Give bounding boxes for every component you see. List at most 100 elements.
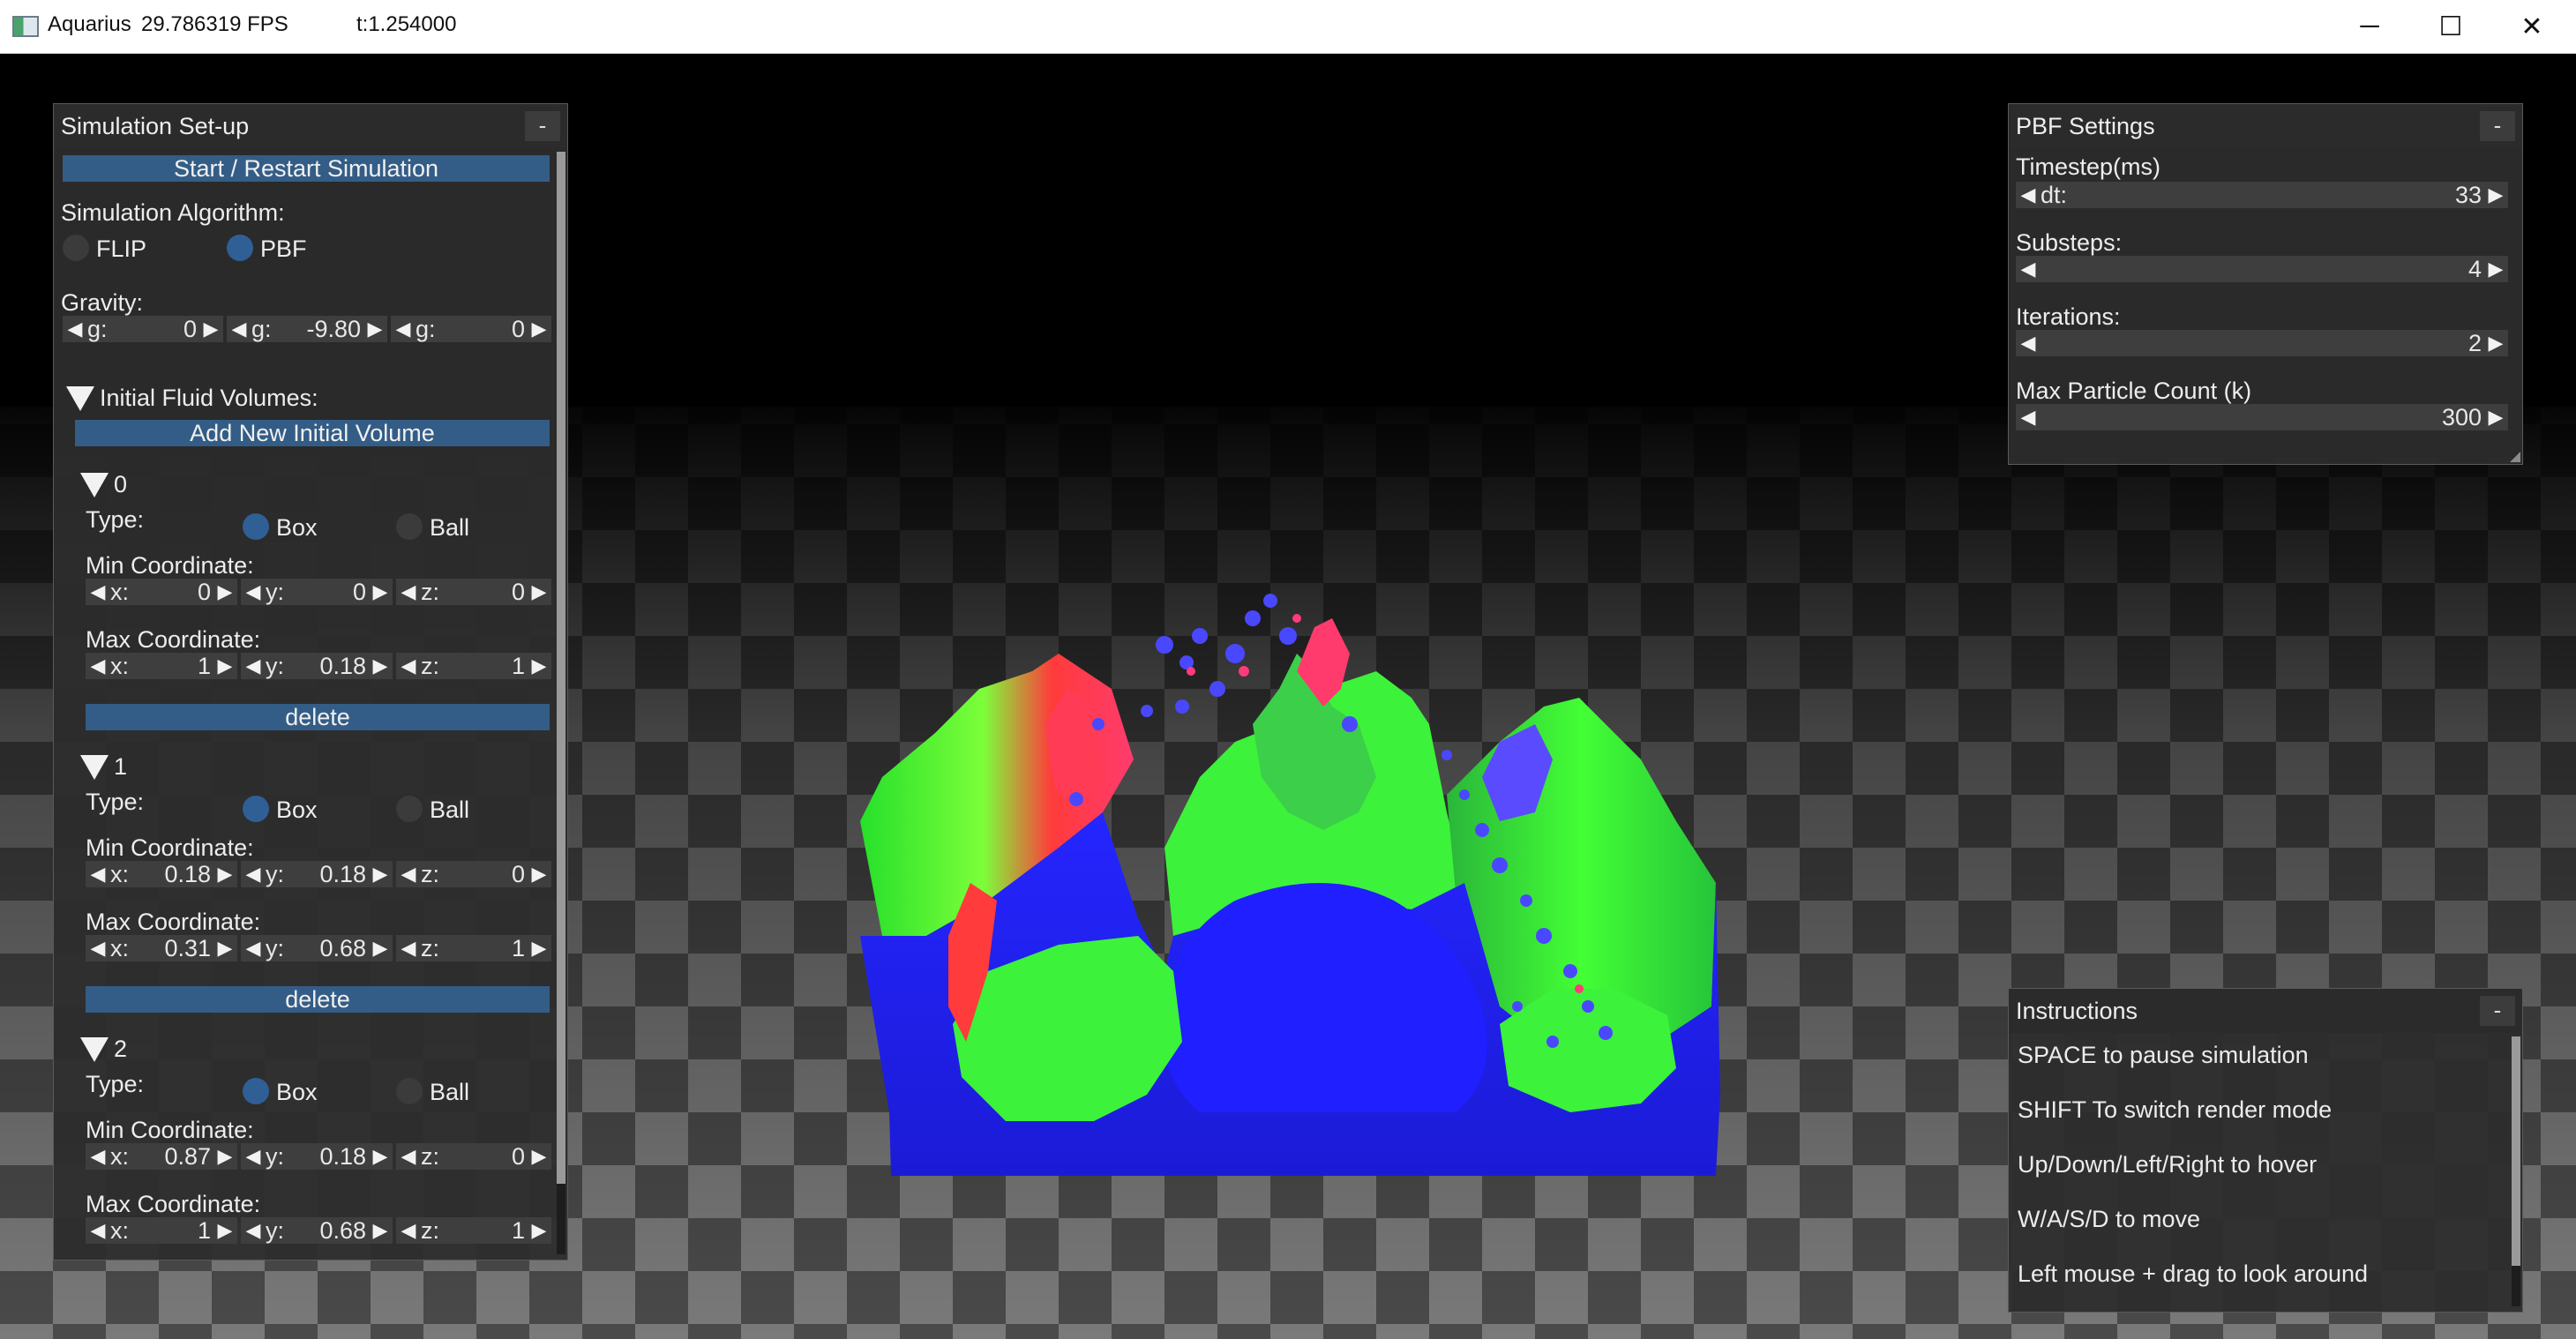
volume-2-radio-box[interactable] — [243, 1078, 269, 1104]
volume-1-max-x[interactable]: ◀ x: 0.31 ▶ — [86, 935, 237, 961]
volume-1-expand-icon[interactable] — [80, 755, 109, 780]
substeps-drag[interactable]: ◀ 4 ▶ — [2016, 256, 2508, 282]
volume-1-radio-box[interactable] — [243, 796, 269, 822]
max-particles-drag[interactable]: ◀ 300 ▶ — [2016, 404, 2508, 430]
volume-0-radio-ball[interactable] — [396, 513, 423, 540]
decrement-arrow-icon[interactable]: ◀ — [86, 579, 110, 605]
increment-arrow-icon[interactable]: ▶ — [368, 935, 393, 961]
iterations-drag[interactable]: ◀ 2 ▶ — [2016, 330, 2508, 356]
decrement-arrow-icon[interactable]: ◀ — [86, 935, 110, 961]
increment-arrow-icon[interactable]: ▶ — [527, 579, 551, 605]
decrement-arrow-icon[interactable]: ◀ — [2016, 404, 2041, 430]
volume-1-radio-ball[interactable] — [396, 796, 423, 822]
increment-arrow-icon[interactable]: ▶ — [527, 653, 551, 679]
increment-arrow-icon[interactable]: ▶ — [213, 861, 237, 887]
dt-drag[interactable]: ◀ dt: 33 ▶ — [2016, 182, 2508, 208]
increment-arrow-icon[interactable]: ▶ — [2483, 256, 2508, 282]
decrement-arrow-icon[interactable]: ◀ — [241, 1217, 266, 1244]
increment-arrow-icon[interactable]: ▶ — [213, 935, 237, 961]
decrement-arrow-icon[interactable]: ◀ — [86, 1143, 110, 1170]
decrement-arrow-icon[interactable]: ◀ — [63, 316, 87, 342]
volume-2-min-y[interactable]: ◀ y: 0.18 ▶ — [241, 1143, 393, 1170]
decrement-arrow-icon[interactable]: ◀ — [2016, 182, 2041, 208]
volumes-expand-icon[interactable] — [66, 386, 94, 411]
volume-2-min-z[interactable]: ◀ z: 0 ▶ — [396, 1143, 551, 1170]
decrement-arrow-icon[interactable]: ◀ — [396, 1217, 421, 1244]
decrement-arrow-icon[interactable]: ◀ — [396, 861, 421, 887]
decrement-arrow-icon[interactable]: ◀ — [396, 579, 421, 605]
instructions-scrollbar[interactable] — [2512, 1036, 2520, 1306]
decrement-arrow-icon[interactable]: ◀ — [227, 316, 251, 342]
volume-2-max-x[interactable]: ◀ x: 1 ▶ — [86, 1217, 237, 1244]
instructions-collapse-button[interactable]: - — [2480, 996, 2515, 1026]
increment-arrow-icon[interactable]: ▶ — [527, 935, 551, 961]
increment-arrow-icon[interactable]: ▶ — [368, 653, 393, 679]
decrement-arrow-icon[interactable]: ◀ — [241, 1143, 266, 1170]
volume-2-expand-icon[interactable] — [80, 1037, 109, 1062]
decrement-arrow-icon[interactable]: ◀ — [86, 861, 110, 887]
volume-1-min-z[interactable]: ◀ z: 0 ▶ — [396, 861, 551, 887]
increment-arrow-icon[interactable]: ▶ — [2483, 182, 2508, 208]
increment-arrow-icon[interactable]: ▶ — [368, 579, 393, 605]
increment-arrow-icon[interactable]: ▶ — [2483, 330, 2508, 356]
increment-arrow-icon[interactable]: ▶ — [368, 1217, 393, 1244]
volume-0-max-x[interactable]: ◀ x: 1 ▶ — [86, 653, 237, 679]
volume-0-max-y[interactable]: ◀ y: 0.18 ▶ — [241, 653, 393, 679]
increment-arrow-icon[interactable]: ▶ — [368, 1143, 393, 1170]
maximize-button[interactable]: ☐ — [2410, 0, 2491, 53]
volume-0-min-y[interactable]: ◀ y: 0 ▶ — [241, 579, 393, 605]
volume-0-min-x[interactable]: ◀ x: 0 ▶ — [86, 579, 237, 605]
volume-1-max-z[interactable]: ◀ z: 1 ▶ — [396, 935, 551, 961]
volume-0-min-z[interactable]: ◀ z: 0 ▶ — [396, 579, 551, 605]
decrement-arrow-icon[interactable]: ◀ — [396, 1143, 421, 1170]
close-button[interactable]: ✕ — [2491, 0, 2572, 53]
instructions-scrollbar-thumb[interactable] — [2512, 1036, 2520, 1266]
start-restart-button[interactable]: Start / Restart Simulation — [63, 155, 550, 182]
resize-grip-icon[interactable] — [2510, 452, 2520, 462]
decrement-arrow-icon[interactable]: ◀ — [2016, 256, 2041, 282]
decrement-arrow-icon[interactable]: ◀ — [396, 935, 421, 961]
decrement-arrow-icon[interactable]: ◀ — [391, 316, 416, 342]
decrement-arrow-icon[interactable]: ◀ — [241, 653, 266, 679]
setup-scrollbar-thumb[interactable] — [557, 152, 565, 1184]
add-volume-button[interactable]: Add New Initial Volume — [75, 420, 550, 446]
decrement-arrow-icon[interactable]: ◀ — [396, 653, 421, 679]
increment-arrow-icon[interactable]: ▶ — [213, 1143, 237, 1170]
increment-arrow-icon[interactable]: ▶ — [527, 1143, 551, 1170]
decrement-arrow-icon[interactable]: ◀ — [241, 579, 266, 605]
increment-arrow-icon[interactable]: ▶ — [368, 861, 393, 887]
increment-arrow-icon[interactable]: ▶ — [363, 316, 387, 342]
volume-0-max-z[interactable]: ◀ z: 1 ▶ — [396, 653, 551, 679]
decrement-arrow-icon[interactable]: ◀ — [2016, 330, 2041, 356]
decrement-arrow-icon[interactable]: ◀ — [241, 935, 266, 961]
increment-arrow-icon[interactable]: ▶ — [213, 653, 237, 679]
setup-collapse-button[interactable]: - — [525, 111, 560, 141]
decrement-arrow-icon[interactable]: ◀ — [86, 653, 110, 679]
increment-arrow-icon[interactable]: ▶ — [2483, 404, 2508, 430]
volume-2-radio-ball[interactable] — [396, 1078, 423, 1104]
volume-0-delete-button[interactable]: delete — [86, 704, 550, 730]
volume-2-max-z[interactable]: ◀ z: 1 ▶ — [396, 1217, 551, 1244]
volume-0-expand-icon[interactable] — [80, 473, 109, 497]
increment-arrow-icon[interactable]: ▶ — [198, 316, 223, 342]
setup-scrollbar[interactable] — [557, 152, 565, 1254]
volume-2-max-y[interactable]: ◀ y: 0.68 ▶ — [241, 1217, 393, 1244]
increment-arrow-icon[interactable]: ▶ — [213, 579, 237, 605]
volume-1-min-y[interactable]: ◀ y: 0.18 ▶ — [241, 861, 393, 887]
volume-1-min-x[interactable]: ◀ x: 0.18 ▶ — [86, 861, 237, 887]
decrement-arrow-icon[interactable]: ◀ — [86, 1217, 110, 1244]
increment-arrow-icon[interactable]: ▶ — [213, 1217, 237, 1244]
volume-0-radio-box[interactable] — [243, 513, 269, 540]
pbf-collapse-button[interactable]: - — [2480, 111, 2515, 141]
radio-pbf[interactable] — [227, 235, 253, 261]
increment-arrow-icon[interactable]: ▶ — [527, 861, 551, 887]
gravity-z-drag[interactable]: ◀ g: 0 ▶ — [391, 316, 551, 342]
minimize-button[interactable]: ─ — [2329, 0, 2410, 53]
radio-flip[interactable] — [63, 235, 89, 261]
volume-2-min-x[interactable]: ◀ x: 0.87 ▶ — [86, 1143, 237, 1170]
gravity-y-drag[interactable]: ◀ g: -9.80 ▶ — [227, 316, 387, 342]
volume-1-max-y[interactable]: ◀ y: 0.68 ▶ — [241, 935, 393, 961]
gravity-x-drag[interactable]: ◀ g: 0 ▶ — [63, 316, 223, 342]
volume-1-delete-button[interactable]: delete — [86, 986, 550, 1013]
increment-arrow-icon[interactable]: ▶ — [527, 1217, 551, 1244]
